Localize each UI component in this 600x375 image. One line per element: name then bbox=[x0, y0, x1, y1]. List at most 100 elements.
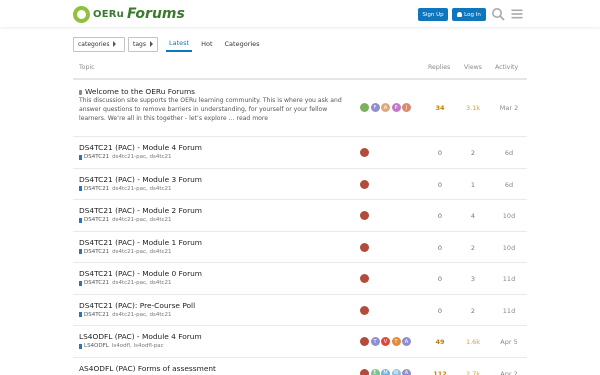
views-count: 2 bbox=[470, 149, 476, 157]
activity-date[interactable]: 6d bbox=[492, 149, 526, 157]
topic-excerpt: This discussion site supports the OERu l… bbox=[79, 97, 349, 123]
avatar[interactable] bbox=[360, 242, 369, 252]
avatar[interactable] bbox=[360, 179, 369, 189]
avatar[interactable] bbox=[360, 337, 369, 346]
views-count: 1.6k bbox=[465, 338, 481, 346]
avatar[interactable] bbox=[360, 211, 369, 220]
avatar[interactable]: M bbox=[381, 368, 390, 375]
activity-date[interactable]: 10d bbox=[492, 244, 526, 252]
avatar[interactable]: T bbox=[370, 337, 380, 346]
activity-date[interactable]: 6d bbox=[492, 181, 526, 189]
avatar[interactable] bbox=[360, 305, 369, 315]
activity-date[interactable]: 10d bbox=[492, 212, 526, 220]
topic-tags[interactable]: ds4tc21-pac, ds4tc21 bbox=[112, 217, 171, 223]
tab-hot[interactable]: Hot bbox=[198, 37, 215, 52]
header-topic[interactable]: Topic bbox=[79, 64, 95, 71]
topic-title[interactable]: DS4TC21 (PAC) - Module 3 Forum bbox=[79, 175, 202, 184]
topic-title[interactable]: DS4TC21 (PAC) - Module 1 Forum bbox=[79, 238, 202, 247]
category-link[interactable]: DS4TC21 bbox=[84, 249, 109, 255]
avatar[interactable]: A bbox=[402, 368, 411, 375]
category-link[interactable]: DS4TC21 bbox=[84, 217, 109, 223]
table-row: DS4TC21 (PAC): Pre-Course Poll DS4TC21 ds4… bbox=[73, 295, 527, 326]
sign-up-button[interactable]: Sign Up bbox=[418, 8, 448, 21]
replies-count[interactable]: 0 bbox=[425, 275, 455, 283]
activity-date[interactable]: 11d bbox=[492, 307, 526, 315]
activity-date[interactable]: 11d bbox=[492, 275, 526, 283]
topic-title[interactable]: LS4ODFL (PAC) - Module 4 Forum bbox=[79, 332, 202, 341]
category-link[interactable]: DS4TC21 bbox=[84, 186, 109, 192]
topic-posters bbox=[360, 274, 371, 283]
replies-count[interactable]: 0 bbox=[425, 149, 455, 157]
table-row: DS4TC21 (PAC) - Module 4 Forum DS4TC21 ds4… bbox=[73, 137, 527, 169]
avatar[interactable]: P bbox=[391, 103, 401, 112]
views-count: 3 bbox=[470, 275, 476, 283]
category-badge-icon bbox=[79, 343, 82, 349]
category-badge-icon bbox=[79, 280, 82, 286]
replies-count[interactable]: 0 bbox=[425, 212, 455, 220]
replies-count[interactable]: 112 bbox=[425, 370, 455, 375]
avatar[interactable]: W bbox=[391, 368, 401, 375]
header-activity[interactable]: Activity bbox=[495, 64, 518, 71]
topic-posters bbox=[360, 305, 371, 315]
read-more-link[interactable]: read more bbox=[237, 115, 268, 122]
topic-tags[interactable]: ds4tc21-pac, ds4tc21 bbox=[112, 312, 171, 318]
tab-categories[interactable]: Categories bbox=[222, 37, 263, 52]
replies-count[interactable]: 0 bbox=[425, 307, 455, 315]
topic-posters: FAPJ bbox=[360, 103, 413, 112]
topic-tags[interactable]: ds4tc21-pac, ds4tc21 bbox=[112, 249, 171, 255]
replies-count[interactable]: 34 bbox=[425, 104, 455, 112]
avatar[interactable] bbox=[360, 274, 369, 283]
categories-dropdown[interactable]: categories bbox=[73, 36, 125, 52]
topic-tags[interactable]: ds4tc21-pac, ds4tc21 bbox=[112, 154, 171, 160]
topic-title[interactable]: DS4TC21 (PAC) - Module 2 Forum bbox=[79, 206, 202, 215]
table-row: DS4TC21 (PAC) - Module 1 Forum DS4TC21 ds4… bbox=[73, 232, 527, 263]
category-link[interactable]: LS4ODFL bbox=[84, 343, 109, 349]
avatar[interactable]: T bbox=[391, 337, 401, 346]
avatar[interactable] bbox=[360, 103, 369, 112]
search-icon[interactable] bbox=[491, 7, 505, 21]
topic-title[interactable]: AS4ODFL (PAC) Forms of assessment bbox=[79, 364, 216, 373]
category-link[interactable]: DS4TC21 bbox=[84, 312, 109, 318]
excerpt-text: This discussion site supports the OERu l… bbox=[79, 97, 342, 122]
activity-date[interactable]: Apr 5 bbox=[492, 338, 526, 346]
table-row: Welcome to the OERu Forums This discussi… bbox=[73, 80, 527, 137]
topic-meta: DS4TC21 ds4tc21-pac, ds4tc21 bbox=[79, 217, 172, 223]
site-logo[interactable]: OERu Forums bbox=[73, 3, 185, 25]
avatar[interactable] bbox=[360, 148, 369, 157]
topic-tags[interactable]: ds4tc21-pac, ds4tc21 bbox=[112, 280, 171, 286]
header-views[interactable]: Views bbox=[464, 64, 482, 71]
replies-count[interactable]: 0 bbox=[425, 244, 455, 252]
category-link[interactable]: DS4TC21 bbox=[84, 280, 109, 286]
topic-title[interactable]: DS4TC21 (PAC) - Module 4 Forum bbox=[79, 143, 202, 152]
log-in-button[interactable]: Log In bbox=[452, 8, 486, 21]
replies-count[interactable]: 49 bbox=[425, 338, 455, 346]
tags-dropdown[interactable]: tags bbox=[128, 36, 158, 52]
views-count: 4 bbox=[470, 212, 476, 220]
topic-title[interactable]: DS4TC21 (PAC): Pre-Course Poll bbox=[79, 301, 195, 310]
topic-tags[interactable]: ds4tc21-pac, ds4tc21 bbox=[112, 186, 171, 192]
topic-tags[interactable]: ls4odfl, ls4odfl-pac bbox=[112, 343, 164, 349]
avatar[interactable]: A bbox=[381, 103, 390, 112]
activity-date[interactable]: Mar 2 bbox=[492, 104, 526, 112]
user-icon bbox=[457, 12, 463, 17]
topic-list-header: Topic Replies Views Activity bbox=[73, 56, 527, 80]
topic-title-welcome[interactable]: Welcome to the OERu Forums bbox=[79, 87, 195, 96]
avatar[interactable]: V bbox=[381, 337, 390, 346]
avatar[interactable] bbox=[360, 368, 369, 375]
oeru-logo-icon bbox=[73, 5, 90, 23]
category-link[interactable]: DS4TC21 bbox=[84, 154, 109, 160]
header-replies[interactable]: Replies bbox=[428, 64, 450, 71]
logo-forums-text: Forums bbox=[126, 6, 185, 22]
categories-dropdown-label: categories bbox=[78, 40, 110, 48]
activity-date[interactable]: Apr 2 bbox=[492, 370, 526, 375]
avatar[interactable]: E bbox=[370, 368, 380, 375]
avatar[interactable]: J bbox=[402, 103, 411, 112]
hamburger-menu-icon[interactable] bbox=[510, 7, 524, 21]
avatar[interactable]: F bbox=[370, 103, 380, 112]
topic-title[interactable]: DS4TC21 (PAC) - Module 0 Forum bbox=[79, 269, 202, 278]
topic-posters: EMWA bbox=[360, 368, 413, 375]
avatar[interactable]: A bbox=[402, 337, 411, 346]
table-row: DS4TC21 (PAC) - Module 2 Forum DS4TC21 ds4… bbox=[73, 200, 527, 232]
tab-latest[interactable]: Latest bbox=[166, 37, 193, 52]
replies-count[interactable]: 0 bbox=[425, 181, 455, 189]
